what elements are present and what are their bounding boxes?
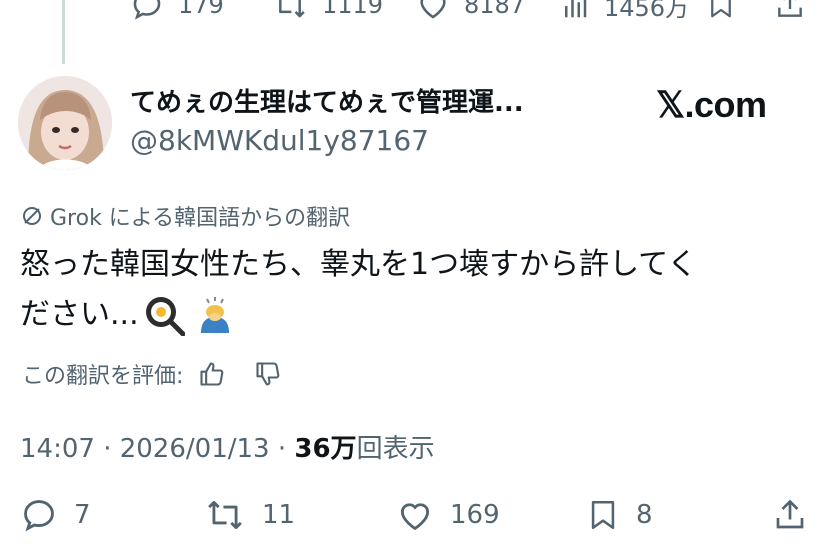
bowing-person-icon: [200, 297, 229, 333]
prev-retweet-count: 1119: [322, 0, 384, 19]
thumbs-up-icon[interactable]: [197, 360, 227, 388]
tweet-text: 怒った韓国女性たち、睾丸を1つ壊すから許してく ださい...: [20, 240, 810, 340]
thumbs-down-icon[interactable]: [253, 360, 283, 388]
bookmark-count: 8: [636, 500, 653, 530]
user-handle[interactable]: @8kMWKdul1y87167: [130, 124, 429, 157]
avatar[interactable]: [18, 76, 112, 170]
bookmark-button[interactable]: 8: [586, 496, 653, 534]
rate-translation-label: この翻訳を評価:: [22, 364, 184, 389]
grok-icon: [23, 207, 41, 225]
avatar-image: [18, 76, 112, 170]
retweet-icon: [208, 500, 242, 530]
share-icon: [778, 0, 802, 17]
view-count: 36万: [294, 434, 357, 464]
prev-retweet-button[interactable]: 1119: [272, 0, 383, 22]
retweet-button[interactable]: 11: [204, 496, 295, 534]
timestamp[interactable]: 14:07 · 2026/01/13 ·: [20, 434, 294, 464]
like-count: 169: [450, 500, 500, 530]
prev-reply-count: 179: [178, 0, 224, 19]
reply-count: 7: [74, 500, 91, 530]
frying-pan-egg-icon: [145, 297, 185, 336]
reply-icon: [24, 500, 54, 532]
retweet-icon: [279, 0, 305, 18]
prev-share-button[interactable]: [774, 0, 806, 22]
bookmark-icon: [591, 500, 615, 530]
like-button[interactable]: 169: [396, 496, 500, 534]
bookmark-icon: [711, 0, 731, 18]
view-count-suffix: 回表示: [356, 434, 435, 464]
rate-translation: この翻訳を評価:: [22, 358, 283, 390]
display-name[interactable]: てめぇの生理はてめぇで管理運...: [130, 82, 524, 119]
tweet-text-line-1: 怒った韓国女性たち、睾丸を1つ壊すから許してく: [20, 247, 698, 282]
heart-icon: [400, 503, 430, 531]
prev-bookmark-button[interactable]: [706, 0, 736, 22]
prev-like-button[interactable]: 8187: [416, 0, 525, 22]
prev-like-count: 8187: [464, 0, 526, 19]
heart-icon: [420, 0, 446, 19]
reply-button[interactable]: 7: [20, 496, 91, 534]
translation-note: Grok による韓国語からの翻訳: [20, 200, 350, 232]
share-icon: [776, 499, 804, 529]
prev-views-count: 1456万: [604, 0, 690, 22]
prev-views-button[interactable]: 1456万: [560, 0, 689, 23]
views-bar-icon: [565, 0, 587, 17]
tweet-text-line-2: ださい...: [20, 297, 139, 332]
thread-connector-line: [62, 0, 65, 64]
retweet-count: 11: [262, 500, 296, 530]
x-com-watermark: 𝕏.com: [656, 84, 767, 125]
reply-icon: [133, 0, 161, 20]
share-button[interactable]: [772, 496, 808, 534]
translation-note-text: Grok による韓国語からの翻訳: [50, 206, 351, 231]
tweet-metadata: 14:07 · 2026/01/13 · 36万回表示: [20, 428, 435, 465]
prev-reply-button[interactable]: 179: [130, 0, 224, 22]
